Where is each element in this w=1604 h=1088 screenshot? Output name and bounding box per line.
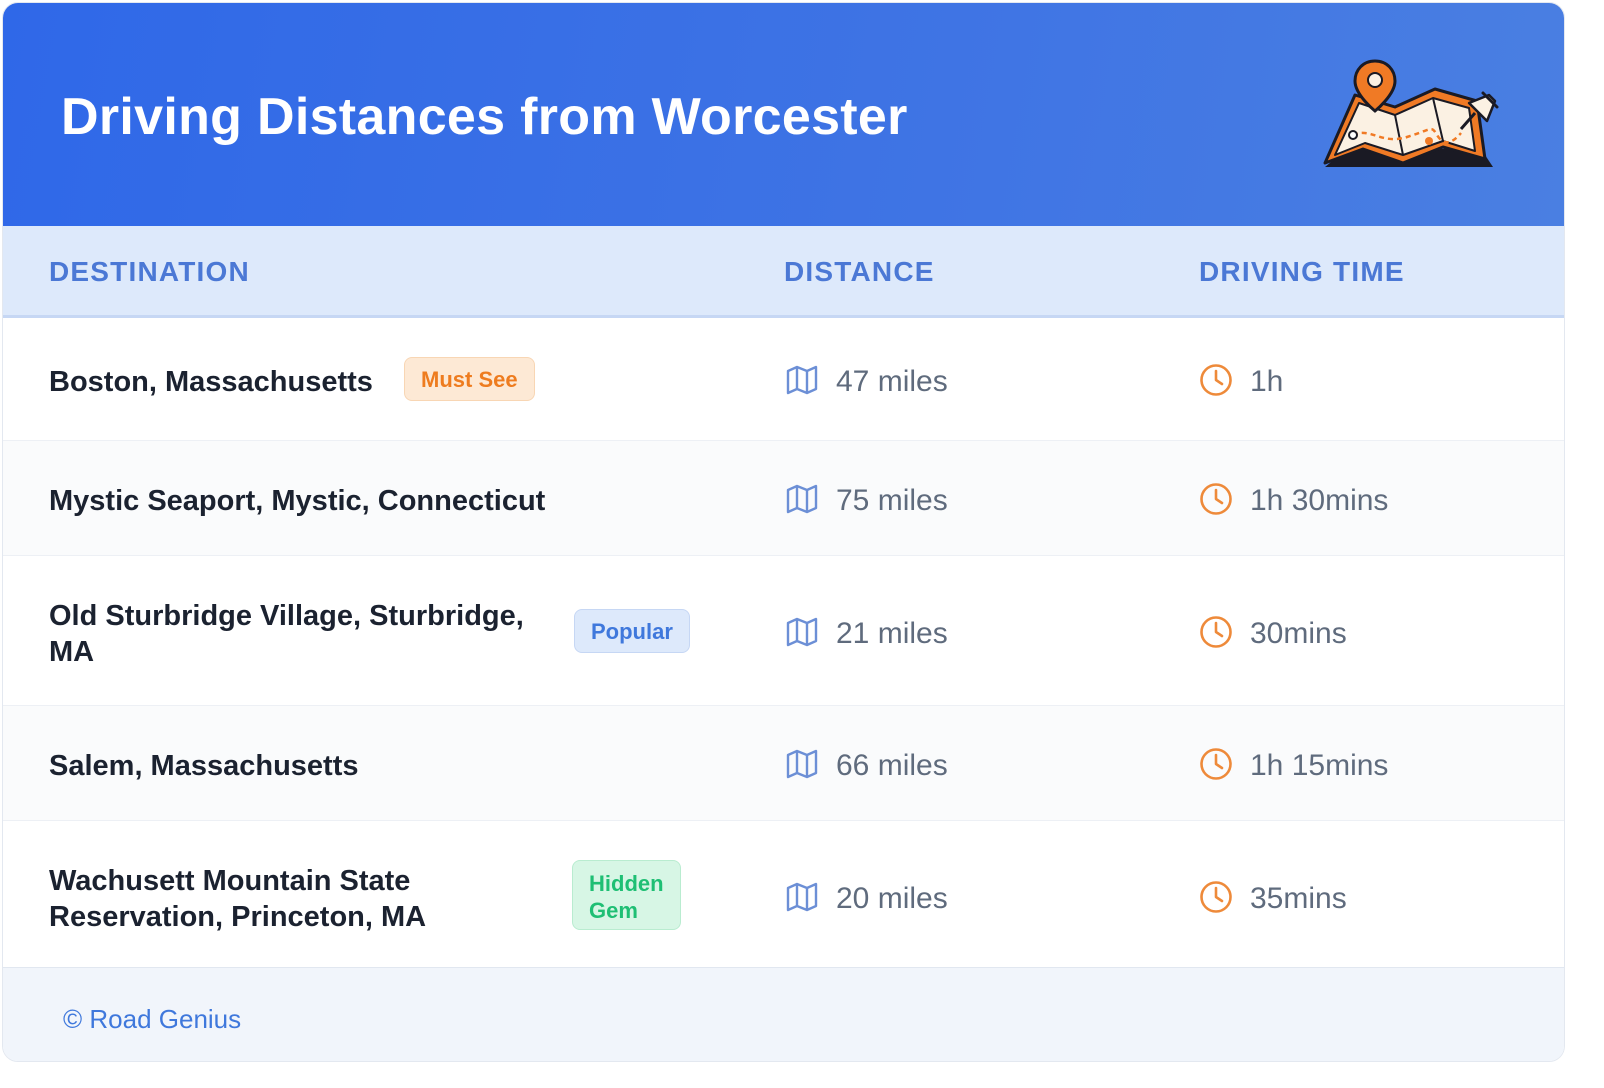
distance-value: 47 miles	[836, 365, 948, 398]
badge-line-1: Hidden	[589, 871, 664, 896]
map-icon	[786, 365, 818, 395]
column-header-driving-time[interactable]: DRIVING TIME	[1199, 256, 1405, 288]
clock-icon	[1200, 364, 1232, 396]
distance-value: 75 miles	[836, 484, 948, 517]
hidden-gem-badge: Hidden Gem	[572, 860, 681, 930]
destination-line-2: MA	[49, 636, 95, 668]
driving-time-value: 30mins	[1250, 617, 1347, 650]
destination-name: Salem, Massachusetts	[49, 750, 359, 782]
driving-time-value: 1h	[1250, 365, 1284, 398]
map-with-pin-illustration	[1323, 59, 1499, 167]
map-icon	[786, 484, 818, 514]
map-icon	[786, 749, 818, 779]
destination-name: Mystic Seaport, Mystic, Connecticut	[49, 485, 546, 517]
must-see-badge: Must See	[404, 357, 535, 401]
destination-name: Old Sturbridge Village, Sturbridge, MA	[49, 598, 524, 670]
destination-line-1: Old Sturbridge Village, Sturbridge,	[49, 600, 524, 632]
table-row[interactable]: Boston, Massachusetts Must See 47 miles …	[3, 318, 1564, 441]
distance-value: 66 miles	[836, 749, 948, 782]
popular-badge: Popular	[574, 609, 690, 653]
table-row[interactable]: Mystic Seaport, Mystic, Connecticut 75 m…	[3, 441, 1564, 556]
table-row[interactable]: Salem, Massachusetts 66 miles 1h 15mins	[3, 706, 1564, 821]
distance-value: 20 miles	[836, 882, 948, 915]
destination-name: Boston, Massachusetts	[49, 366, 373, 398]
badge-line-2: Gem	[589, 898, 638, 923]
driving-time-value: 1h 30mins	[1250, 484, 1389, 517]
table-header: DESTINATION DISTANCE DRIVING TIME	[3, 226, 1564, 318]
map-icon	[786, 617, 818, 647]
map-icon	[786, 882, 818, 912]
driving-time-value: 35mins	[1250, 882, 1347, 915]
header: Driving Distances from Worcester	[3, 3, 1564, 226]
footer: © Road Genius	[3, 967, 1564, 1061]
table-row[interactable]: Wachusett Mountain State Reservation, Pr…	[3, 821, 1564, 971]
clock-icon	[1200, 748, 1232, 780]
table-row[interactable]: Old Sturbridge Village, Sturbridge, MA P…	[3, 556, 1564, 706]
clock-icon	[1200, 881, 1232, 913]
distance-value: 21 miles	[836, 617, 948, 650]
destination-line-1: Wachusett Mountain State	[49, 865, 411, 897]
distance-card: Driving Distances from Worcester DESTINA…	[2, 2, 1565, 1062]
credit-link[interactable]: © Road Genius	[63, 1004, 241, 1034]
clock-icon	[1200, 483, 1232, 515]
column-header-distance[interactable]: DISTANCE	[784, 256, 935, 288]
destination-line-2: Reservation, Princeton, MA	[49, 901, 427, 933]
driving-time-value: 1h 15mins	[1250, 749, 1389, 782]
clock-icon	[1200, 616, 1232, 648]
column-header-destination[interactable]: DESTINATION	[49, 256, 250, 288]
destination-name: Wachusett Mountain State Reservation, Pr…	[49, 863, 426, 935]
page-title: Driving Distances from Worcester	[61, 88, 908, 146]
